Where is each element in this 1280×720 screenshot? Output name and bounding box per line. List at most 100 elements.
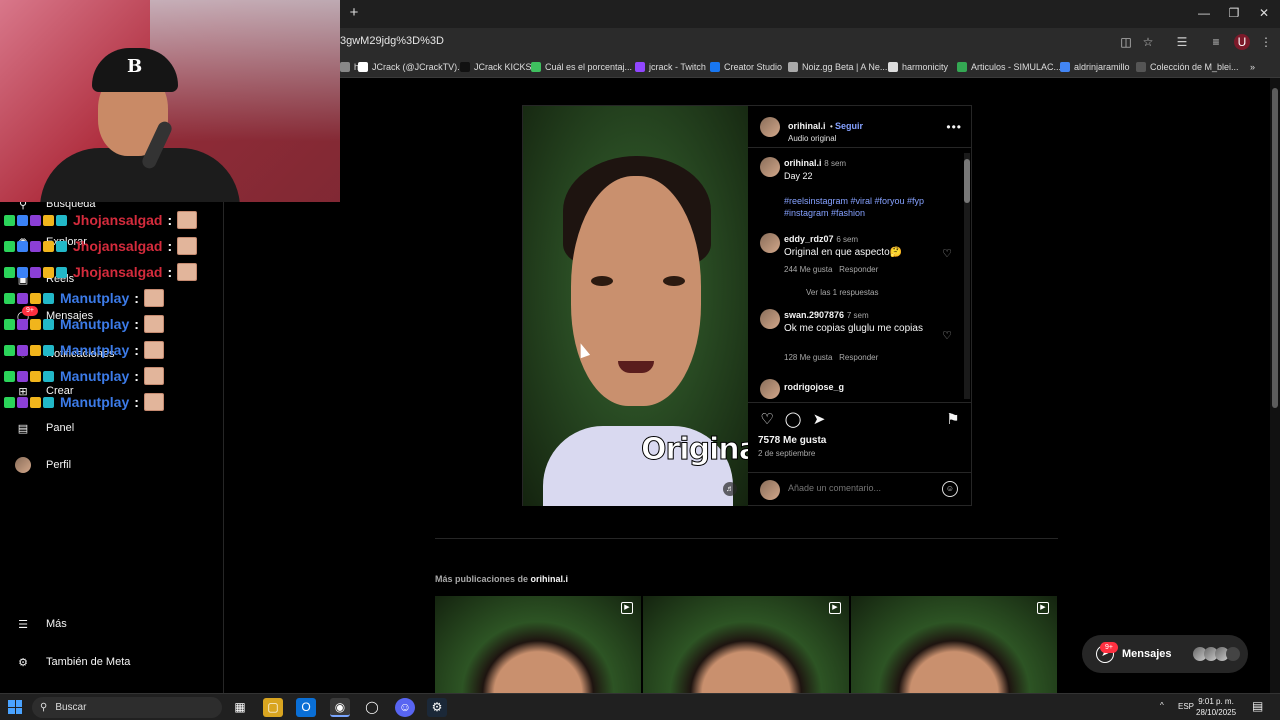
save-icon[interactable]: ⚑ bbox=[944, 411, 962, 429]
emoji-icon[interactable]: ☺ bbox=[942, 481, 958, 497]
caption-username[interactable]: orihinal.i bbox=[784, 158, 822, 168]
bookmark-item[interactable]: JCrack KICKS bbox=[460, 60, 532, 74]
chat-badge-icon bbox=[4, 266, 15, 278]
likes-count[interactable]: 7578 Me gusta bbox=[758, 435, 826, 446]
obs-icon[interactable]: ◯ bbox=[362, 698, 382, 717]
comment-like-icon[interactable]: ♡ bbox=[942, 329, 952, 342]
author-avatar[interactable] bbox=[760, 117, 780, 137]
extensions-icon[interactable]: ☰ bbox=[1174, 34, 1190, 50]
chrome-icon[interactable]: ◉ bbox=[330, 698, 350, 717]
volume-icon[interactable]: ♬ bbox=[723, 482, 737, 496]
bookmark-item[interactable]: h bbox=[340, 60, 359, 74]
comment-item: eddy_rdz07 6 sem Original en que aspecto… bbox=[784, 233, 959, 299]
messages-pill[interactable]: ➤ Mensajes bbox=[1082, 635, 1248, 673]
chat-badge-icon bbox=[43, 396, 54, 408]
bookmark-item[interactable]: aldrinjaramillo bbox=[1060, 60, 1130, 74]
comment-avatar[interactable] bbox=[760, 379, 780, 399]
comment-icon[interactable]: ◯ bbox=[784, 411, 802, 429]
video-person-eye bbox=[663, 276, 685, 286]
steam-icon[interactable]: ⚙ bbox=[427, 698, 447, 717]
avatar-icon bbox=[14, 456, 32, 474]
bookmark-item[interactable]: Cuál es el porcentaj... bbox=[531, 60, 632, 74]
comment-username[interactable]: rodrigojose_g bbox=[784, 382, 844, 392]
caption-avatar[interactable] bbox=[760, 157, 780, 177]
author-username[interactable]: orihinal.i bbox=[788, 121, 826, 131]
task-view-icon[interactable]: ▦ bbox=[230, 698, 250, 717]
post-thumbnail[interactable]: ▶ bbox=[643, 596, 849, 693]
url-text[interactable]: 3gwM29jdg%3D%3D bbox=[340, 35, 444, 47]
comment-time: 7 sem bbox=[846, 311, 869, 320]
cast-icon[interactable]: ◫ bbox=[1118, 34, 1134, 50]
comments-scrollbar[interactable] bbox=[964, 153, 970, 399]
comment-like-icon[interactable]: ♡ bbox=[942, 247, 952, 260]
like-icon[interactable]: ♡ bbox=[758, 411, 776, 429]
page-scroll-thumb[interactable] bbox=[1272, 88, 1278, 408]
minimize-button[interactable]: — bbox=[1188, 4, 1220, 22]
bookmark-item[interactable]: JCrack (@JCrackTV)... bbox=[358, 60, 465, 74]
media-control-icon[interactable]: ≡ bbox=[1208, 34, 1224, 50]
more-options-icon[interactable]: ••• bbox=[946, 120, 962, 134]
bookmark-item[interactable]: Articulos - SIMULAC... bbox=[957, 60, 1061, 74]
outlook-icon[interactable]: O bbox=[296, 698, 316, 717]
restore-button[interactable]: ❐ bbox=[1218, 4, 1250, 22]
caption-hashtags[interactable]: #reelsinstagram #viral #foryou #fyp #ins… bbox=[784, 195, 959, 219]
chrome-menu-icon[interactable]: ⋮ bbox=[1258, 34, 1274, 50]
audio-label[interactable]: Audio original bbox=[788, 134, 863, 143]
bookmark-favicon-icon bbox=[888, 62, 898, 72]
share-icon[interactable]: ➤ bbox=[810, 411, 828, 429]
chart-icon: ▤ bbox=[17, 422, 29, 435]
view-replies-button[interactable]: Ver las 1 respuestas bbox=[784, 286, 959, 299]
comment-avatar[interactable] bbox=[760, 233, 780, 253]
reply-button[interactable]: Responder bbox=[839, 265, 878, 274]
bookmark-item[interactable]: jcrack - Twitch bbox=[635, 60, 706, 74]
file-explorer-icon[interactable]: ▢ bbox=[263, 698, 283, 717]
nav-tambien-de-meta[interactable]: ⚙ También de Meta bbox=[14, 650, 130, 674]
bookmark-item[interactable]: harmonicity bbox=[888, 60, 948, 74]
reel-video[interactable]: Original ♬ bbox=[523, 106, 748, 506]
bookmark-favicon-icon bbox=[957, 62, 967, 72]
bookmark-item[interactable]: Colección de M_blei... bbox=[1136, 60, 1239, 74]
discord-icon[interactable]: ☺ bbox=[395, 698, 415, 717]
webcam-person-body bbox=[40, 148, 240, 202]
nav-mas[interactable]: ☰ Más bbox=[14, 612, 67, 636]
bookmark-favicon-icon bbox=[460, 62, 470, 72]
chat-badge-icon bbox=[30, 214, 41, 226]
notifications-icon[interactable]: ▤ bbox=[1252, 699, 1263, 713]
chat-badge-icon bbox=[30, 344, 41, 356]
bookmarks-overflow-icon[interactable]: » bbox=[1250, 60, 1255, 74]
nav-perfil[interactable]: Perfil bbox=[14, 453, 71, 477]
comment-likes[interactable]: 128 Me gusta bbox=[784, 353, 832, 362]
chat-badge-icon bbox=[56, 240, 67, 252]
system-clock[interactable]: 9:01 p. m. 28/10/2025 bbox=[1196, 696, 1236, 718]
clock-time: 9:01 p. m. bbox=[1198, 697, 1234, 706]
comment-input[interactable] bbox=[788, 483, 938, 493]
windows-start-icon[interactable] bbox=[8, 700, 22, 714]
chat-username: Manutplay bbox=[60, 316, 130, 332]
post-thumbnail[interactable]: ▶ bbox=[851, 596, 1057, 693]
reply-button[interactable]: Responder bbox=[839, 353, 878, 362]
bookmark-item[interactable]: Creator Studio bbox=[710, 60, 782, 74]
bookmark-item[interactable]: Noiz.gg Beta | A Ne... bbox=[788, 60, 887, 74]
comment-username[interactable]: swan.2907876 bbox=[784, 310, 844, 320]
language-indicator[interactable]: ESP bbox=[1178, 702, 1194, 711]
profile-avatar-icon[interactable]: U bbox=[1234, 34, 1250, 50]
scroll-thumb[interactable] bbox=[964, 159, 970, 203]
comment-likes[interactable]: 244 Me gusta bbox=[784, 265, 832, 274]
bookmark-star-icon[interactable]: ☆ bbox=[1140, 34, 1156, 50]
streamer-webcam: B bbox=[0, 0, 340, 202]
chat-colon: : bbox=[134, 368, 139, 384]
close-window-button[interactable]: ✕ bbox=[1248, 4, 1280, 22]
page-scrollbar[interactable] bbox=[1270, 78, 1280, 693]
bookmark-favicon-icon bbox=[710, 62, 720, 72]
post-thumbnail[interactable]: ▶ bbox=[435, 596, 641, 693]
taskbar-search[interactable]: ⚲ Buscar bbox=[32, 697, 222, 718]
comment-avatar[interactable] bbox=[760, 309, 780, 329]
tray-chevron-icon[interactable]: ^ bbox=[1160, 701, 1164, 710]
nav-panel[interactable]: ▤ Panel bbox=[14, 416, 74, 440]
new-tab-button[interactable]: + bbox=[346, 5, 362, 21]
more-posts-author[interactable]: orihinal.i bbox=[531, 574, 569, 584]
follow-button[interactable]: Seguir bbox=[835, 121, 863, 131]
caption: orihinal.i 8 sem Day 22 #reelsinstagram … bbox=[784, 157, 959, 219]
chat-emote-icon bbox=[143, 341, 164, 359]
comment-username[interactable]: eddy_rdz07 bbox=[784, 234, 834, 244]
